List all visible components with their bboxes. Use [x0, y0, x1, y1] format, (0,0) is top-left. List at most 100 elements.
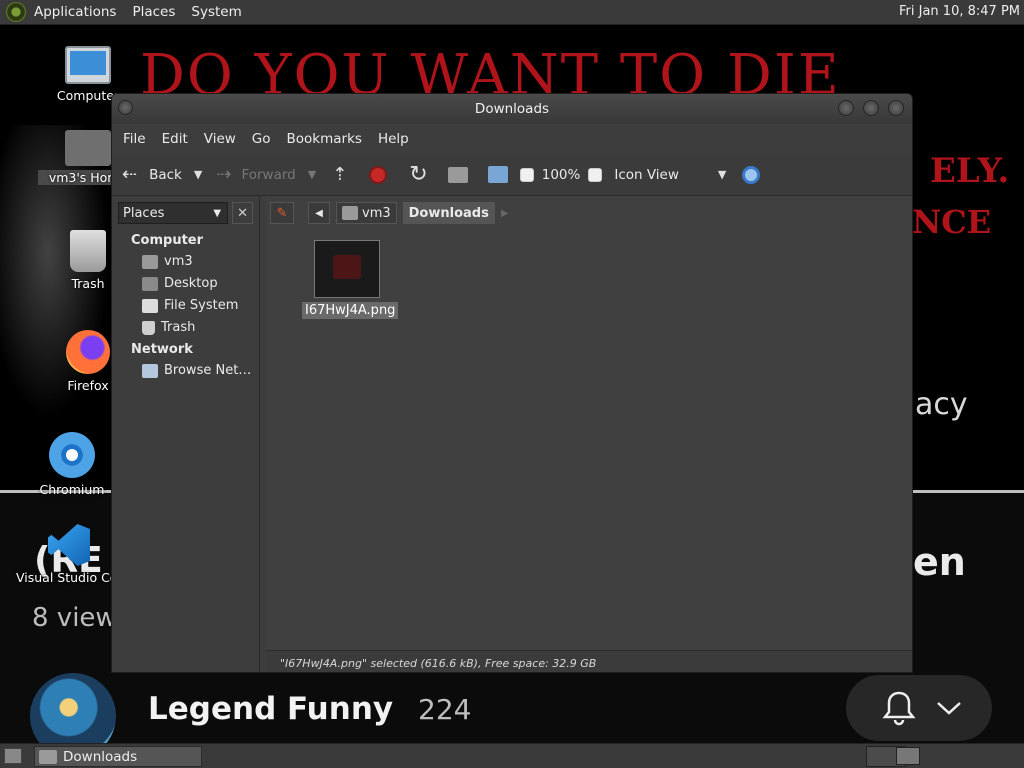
menu-bookmarks[interactable]: Bookmarks [279, 131, 370, 147]
minimize-button[interactable] [838, 100, 854, 116]
sidebar-item-label: File System [164, 298, 239, 313]
close-icon: ✕ [237, 205, 249, 221]
menu-view[interactable]: View [196, 131, 244, 147]
window-title: Downloads [474, 101, 550, 117]
dropdown-arrow-icon: ▼ [307, 167, 317, 181]
file-icon-area[interactable]: I67HwJ4A.png [266, 230, 912, 630]
toggle-location-entry-button[interactable]: ✎ [270, 202, 294, 224]
sidebar: Places ▼ ✕ Computer vm3 Desktop File Sys… [112, 196, 260, 672]
menu-edit[interactable]: Edit [154, 131, 196, 147]
view-mode-select[interactable]: Icon View ▼ [614, 160, 726, 190]
sidebar-close-button[interactable]: ✕ [232, 202, 253, 224]
reload-button[interactable]: ↻ [409, 160, 427, 190]
home-icon [142, 254, 158, 269]
path-segment-label: Downloads [408, 205, 489, 221]
window-content: Places ▼ ✕ Computer vm3 Desktop File Sys… [112, 196, 912, 672]
forward-arrow-icon: ⇢ [216, 163, 232, 185]
taskbar-item-downloads[interactable]: Downloads [34, 746, 202, 767]
up-button[interactable]: ⇡ [332, 160, 347, 190]
system-menu[interactable]: System [183, 4, 249, 20]
show-desktop-button[interactable] [4, 748, 22, 764]
path-bar: ✎ ◀ vm3 Downloads ▶ [266, 196, 912, 230]
workspace-active-window-icon [896, 747, 920, 765]
menu-file[interactable]: File [115, 131, 154, 147]
computer-button[interactable] [487, 160, 508, 190]
path-segment-downloads[interactable]: Downloads [402, 202, 495, 224]
chromium-icon [49, 432, 95, 478]
sidebar-type-select[interactable]: Places ▼ [118, 202, 229, 224]
home-icon [342, 206, 358, 220]
back-history-dropdown[interactable]: ▼ [194, 160, 202, 190]
firefox-icon [66, 330, 110, 374]
network-icon [142, 363, 158, 378]
wallpaper-text-right-2: NCE [912, 203, 992, 241]
drive-icon [142, 298, 158, 313]
top-panel: Applications Places System Fri Jan 10, 8… [0, 0, 1024, 25]
dropdown-arrow-icon: ▼ [213, 207, 222, 219]
image-thumbnail-icon [314, 240, 380, 298]
sidebar-item-desktop[interactable]: Desktop [112, 273, 259, 295]
sidebar-item-label: Browse Net… [164, 363, 252, 378]
reload-icon: ↻ [409, 161, 428, 187]
stop-icon [369, 165, 388, 184]
distro-logo-icon[interactable] [6, 2, 26, 22]
menu-help[interactable]: Help [370, 131, 417, 147]
file-manager-window: Downloads File Edit View Go Bookmarks He… [111, 93, 913, 673]
dropdown-arrow-icon: ▼ [193, 167, 203, 181]
desktop-icon-vscode[interactable]: Visual Studio Code [14, 524, 124, 585]
edit-icon: ✎ [276, 205, 288, 221]
home-button[interactable] [447, 160, 468, 190]
sidebar-item-label: Desktop [164, 276, 218, 291]
sidebar-item-browse-network[interactable]: Browse Net… [112, 360, 259, 382]
sidebar-group-network: Network [131, 342, 193, 357]
path-scroll-left-button[interactable]: ◀ [308, 202, 330, 224]
channel-count: 224 [418, 693, 472, 726]
zoom-in-icon [588, 167, 603, 182]
sidebar-item-label: Trash [161, 320, 196, 335]
channel-name: Legend Funny [148, 691, 394, 727]
zoom-level-label: 100% [541, 166, 581, 183]
sidebar-item-vm3[interactable]: vm3 [112, 251, 259, 273]
close-button[interactable] [888, 100, 904, 116]
trash-icon [70, 230, 106, 272]
zoom-out-button[interactable] [519, 160, 534, 190]
desktop-icon-label: Visual Studio Code [16, 570, 124, 585]
path-scroll-right-button[interactable]: ▶ [501, 208, 509, 219]
forward-history-dropdown[interactable]: ▼ [308, 160, 316, 190]
computer-icon [487, 166, 508, 183]
left-arrow-icon: ◀ [315, 207, 323, 219]
file-name: I67HwJ4A.png [302, 302, 399, 319]
home-folder-icon [447, 166, 468, 183]
menu-go[interactable]: Go [244, 131, 279, 147]
zoom-in-button[interactable] [588, 160, 603, 190]
wallpaper-text-right-3: acy [915, 387, 968, 422]
sidebar-item-file-system[interactable]: File System [112, 295, 259, 317]
bell-icon [882, 691, 916, 726]
forward-label: Forward [241, 166, 296, 183]
search-button[interactable] [742, 160, 761, 190]
path-segment-vm3[interactable]: vm3 [336, 202, 397, 224]
desktop-folder-icon [142, 276, 158, 291]
file-item[interactable]: I67HwJ4A.png [302, 240, 399, 319]
bottom-panel: Downloads [0, 743, 1024, 768]
search-icon [742, 165, 761, 184]
sidebar-header: Places ▼ ✕ [112, 196, 259, 230]
maximize-button[interactable] [863, 100, 879, 116]
back-button[interactable]: ⇠ Back [122, 160, 182, 190]
path-segment-label: vm3 [362, 205, 391, 221]
chevron-down-icon [937, 702, 961, 715]
desktop-icon-chromium[interactable]: Chromium [22, 432, 122, 497]
zoom-level[interactable]: 100% [542, 160, 581, 190]
window-titlebar[interactable]: Downloads [112, 94, 912, 124]
file-view-pane: ✎ ◀ vm3 Downloads ▶ I67HwJ4A.png "I67HwJ… [266, 196, 912, 672]
taskbar-item-label: Downloads [63, 748, 138, 765]
vscode-icon [48, 524, 90, 566]
clock[interactable]: Fri Jan 10, 8:47 PM [899, 4, 1020, 19]
forward-button[interactable]: ⇢ Forward [216, 160, 295, 190]
places-menu[interactable]: Places [124, 4, 183, 20]
view-mode-label: Icon View [614, 166, 679, 183]
sidebar-item-trash[interactable]: Trash [112, 317, 259, 339]
stop-button[interactable] [369, 160, 388, 190]
sidebar-group-computer: Computer [131, 233, 204, 248]
applications-menu[interactable]: Applications [26, 4, 124, 20]
